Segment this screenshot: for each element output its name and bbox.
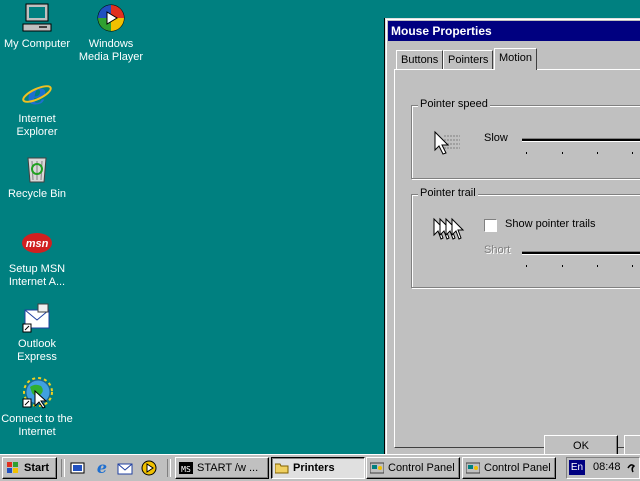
computer-icon (21, 2, 53, 34)
tab-buttons[interactable]: Buttons (396, 50, 444, 69)
media-player-icon (95, 2, 127, 34)
clock[interactable]: 08:48 (593, 460, 621, 475)
taskbar-button-label: Control Panel (484, 462, 551, 474)
slider-tick (562, 265, 563, 267)
pointer-trail-slider[interactable] (522, 251, 640, 255)
start-label: Start (24, 462, 50, 474)
quick-launch-media-player-icon[interactable] (141, 460, 157, 476)
language-indicator[interactable]: En (569, 460, 585, 475)
desktop-icon-label: Express (17, 351, 57, 363)
taskbar-separator (167, 459, 171, 477)
desktop-icon-my-computer[interactable]: My Computer (0, 2, 74, 51)
desktop-icon-windows-media-player[interactable]: Windows Media Player (74, 2, 148, 64)
motion-tab-panel: Pointer speed Slow Pointer trail Show po… (394, 69, 640, 448)
svg-text:MS: MS (181, 465, 191, 474)
system-tray: En 08:48 (566, 457, 640, 479)
mouse-properties-dialog: Mouse Properties Buttons Pointers Motion… (385, 18, 640, 464)
folder-icon (274, 461, 289, 475)
desktop-icon-label: Media Player (78, 51, 144, 63)
tab-label: Buttons (401, 54, 439, 66)
outlook-express-icon (21, 302, 53, 334)
desktop-icon-label: Explorer (16, 126, 58, 138)
start-button[interactable]: Start (2, 457, 57, 479)
desktop-icon-outlook-express[interactable]: Outlook Express (0, 302, 74, 364)
taskbar: Start e MS START /w ... Printers Control… (0, 454, 640, 481)
slider-tick (632, 265, 633, 267)
show-pointer-trails-checkbox[interactable] (484, 219, 497, 232)
svg-text:e: e (97, 459, 107, 475)
desktop-icon-label: Setup MSN (8, 263, 66, 275)
dialog-titlebar[interactable]: Mouse Properties (388, 21, 640, 41)
control-panel-icon (369, 461, 385, 475)
desktop-icon-internet-explorer[interactable]: e Internet Explorer (0, 77, 74, 139)
taskbar-button-label: START /w ... (197, 462, 259, 474)
quick-launch-outlook-icon[interactable] (117, 460, 133, 476)
desktop-icon-label: Internet (18, 426, 56, 438)
ok-button-label: OK (573, 440, 589, 452)
desktop-icon-label: Internet A... (8, 276, 66, 288)
tab-label: Motion (499, 52, 533, 64)
msn-logo-text: msn (26, 238, 49, 250)
desktop-icon-recycle-bin[interactable]: Recycle Bin (0, 152, 74, 201)
ms-dos-icon: MS (179, 461, 193, 475)
tray-app-icon[interactable] (627, 462, 636, 474)
taskbar-button-label: Printers (293, 462, 335, 474)
tab-label: Pointers (448, 54, 489, 66)
desktop-icon-label: Internet (18, 113, 56, 125)
slider-tick (597, 152, 598, 154)
msn-icon: msn (21, 227, 53, 259)
desktop-icon-setup-msn[interactable]: msn Setup MSN Internet A... (0, 227, 74, 289)
quick-launch-internet-explorer-icon[interactable]: e (94, 458, 110, 477)
tab-motion[interactable]: Motion (494, 48, 538, 70)
tab-pointers[interactable]: Pointers (443, 50, 494, 69)
quick-launch-show-desktop-icon[interactable] (70, 460, 86, 476)
dialog-title: Mouse Properties (391, 24, 492, 38)
desktop-icon-label: Recycle Bin (7, 188, 67, 200)
pointer-trail-title: Pointer trail (418, 187, 478, 199)
connect-wizard-icon (21, 377, 53, 409)
pointer-trail-icon (430, 215, 466, 245)
control-panel-icon (465, 461, 481, 475)
pointer-speed-slider[interactable] (522, 138, 640, 142)
slider-tick (562, 152, 563, 154)
taskbar-button-start-cmd[interactable]: MS START /w ... (175, 457, 269, 479)
slider-tick (526, 152, 527, 154)
pointer-speed-icon (432, 128, 462, 158)
desktop-icon-connect-internet[interactable]: Connect to the Internet (0, 377, 74, 439)
taskbar-button-label: Control Panel (388, 462, 455, 474)
slider-tick (632, 152, 633, 154)
desktop-icon-label: Outlook (18, 338, 56, 350)
taskbar-button-control-panel-1[interactable]: Control Panel (366, 457, 460, 479)
pointer-trail-group: Pointer trail Show pointer trails Short (411, 187, 640, 288)
speed-slow-label: Slow (484, 132, 508, 144)
desktop-icon-label: Connect to the (1, 413, 73, 425)
pointer-speed-group: Pointer speed Slow (411, 98, 640, 179)
desktop-icon-label: Windows (88, 38, 134, 50)
taskbar-separator (61, 459, 65, 477)
recycle-bin-icon (21, 152, 53, 184)
trail-short-label: Short (484, 244, 511, 256)
slider-tick (526, 265, 527, 267)
desktop-icon-label: My Computer (3, 38, 71, 50)
pointer-speed-title: Pointer speed (418, 98, 490, 110)
internet-explorer-icon: e (21, 77, 53, 112)
taskbar-button-control-panel-2[interactable]: Control Panel (462, 457, 556, 479)
taskbar-button-printers[interactable]: Printers (271, 457, 365, 479)
windows-logo-icon (6, 461, 20, 475)
slider-tick (597, 265, 598, 267)
show-pointer-trails-label[interactable]: Show pointer trails (505, 218, 596, 230)
